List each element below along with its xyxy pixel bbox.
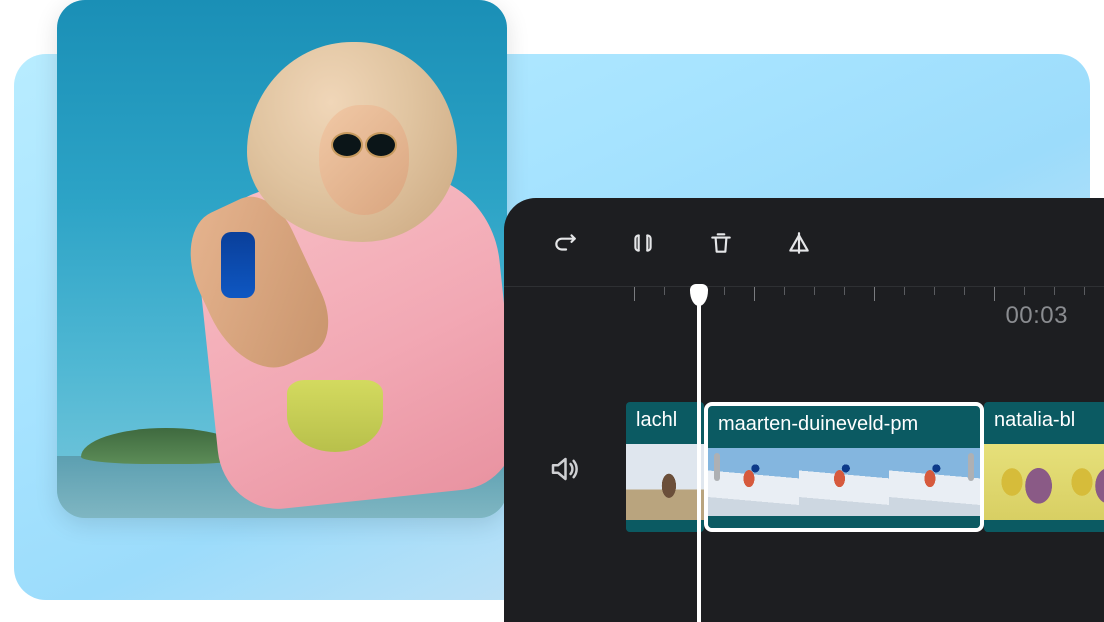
thumbnail	[626, 444, 704, 520]
editor-toolbar	[550, 228, 814, 258]
clip-natalia[interactable]: natalia-bl	[984, 402, 1104, 532]
redo-icon	[552, 230, 578, 256]
mirror-icon	[786, 230, 812, 256]
delete-button[interactable]	[706, 228, 736, 258]
trim-handle-right[interactable]	[968, 453, 974, 481]
trash-icon	[708, 230, 734, 256]
clip-maarten[interactable]: maarten-duineveld-pm	[704, 402, 984, 532]
ruler-tick	[784, 287, 785, 295]
ruler-tick	[1084, 287, 1085, 295]
ruler-tick	[874, 287, 875, 301]
ruler-tick	[844, 287, 845, 295]
thumbnail	[708, 448, 799, 516]
ruler-tick	[754, 287, 755, 301]
clip-thumbnails	[984, 438, 1104, 532]
clip-lachl[interactable]: lachl	[626, 402, 704, 532]
video-preview[interactable]	[57, 0, 507, 518]
preview-art	[287, 380, 383, 452]
ruler-tick	[994, 287, 995, 301]
ruler-tick	[964, 287, 965, 295]
split-icon	[630, 230, 656, 256]
clip-thumbnails	[626, 438, 704, 532]
redo-button[interactable]	[550, 228, 580, 258]
preview-art	[319, 105, 409, 215]
playhead[interactable]	[697, 286, 701, 622]
playhead-timecode: 00:03	[1005, 302, 1068, 330]
clip-label: lachl	[626, 402, 704, 438]
ruler-tick	[814, 287, 815, 295]
ruler-tick	[1054, 287, 1055, 295]
ruler-tick	[934, 287, 935, 295]
ruler-tick	[664, 287, 665, 295]
clip-label: maarten-duineveld-pm	[708, 406, 980, 442]
ruler-tick	[724, 287, 725, 295]
thumbnail	[984, 444, 1054, 520]
split-button[interactable]	[628, 228, 658, 258]
preview-art	[331, 132, 397, 156]
audio-toggle-button[interactable]	[548, 454, 578, 489]
trim-handle-left[interactable]	[714, 453, 720, 481]
ruler-tick	[634, 287, 635, 301]
clip-thumbnails	[708, 442, 980, 528]
mirror-button[interactable]	[784, 228, 814, 258]
thumbnail	[889, 448, 980, 516]
thumbnail	[1054, 444, 1104, 520]
clip-label: natalia-bl	[984, 402, 1104, 438]
timeline-editor: 00:03 lachlmaarten-duineveld-pmnatalia-b…	[504, 198, 1104, 622]
ruler-tick	[904, 287, 905, 295]
preview-art	[221, 232, 255, 298]
ruler-tick	[1024, 287, 1025, 295]
speaker-icon	[548, 454, 578, 484]
thumbnail	[799, 448, 890, 516]
